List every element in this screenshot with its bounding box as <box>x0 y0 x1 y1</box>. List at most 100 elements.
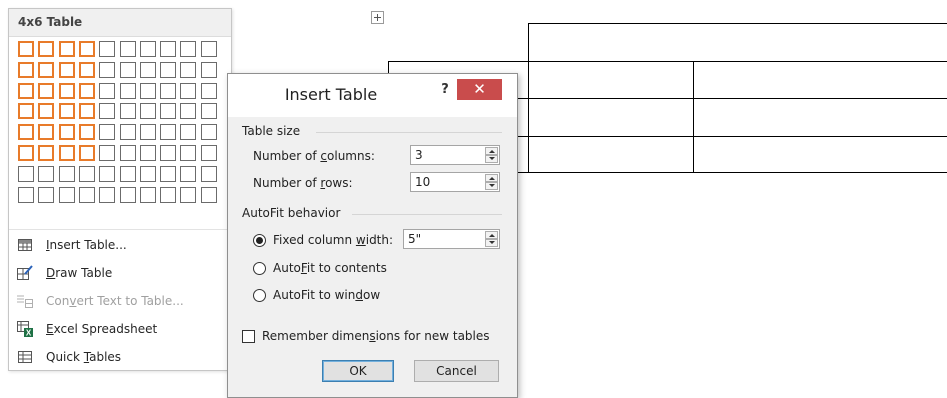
grid-cell[interactable] <box>78 145 95 161</box>
grid-cell[interactable] <box>180 165 197 182</box>
grid-cell[interactable] <box>119 82 136 99</box>
grid-cell[interactable] <box>58 61 75 78</box>
grid-cell[interactable] <box>58 186 75 203</box>
close-button[interactable]: ✕ <box>457 79 502 100</box>
autofit-contents-radio[interactable] <box>253 262 266 275</box>
grid-cell[interactable] <box>99 186 116 203</box>
cancel-button[interactable]: Cancel <box>414 360 499 382</box>
menu-insert-table[interactable]: Insert Table... <box>9 231 231 259</box>
grid-cell[interactable] <box>119 186 136 203</box>
grid-cell[interactable] <box>58 165 75 182</box>
grid-cell[interactable] <box>180 82 197 99</box>
grid-cell[interactable] <box>58 124 75 141</box>
remember-checkbox[interactable] <box>242 330 255 343</box>
grid-cell[interactable] <box>180 103 197 120</box>
grid-cell[interactable] <box>18 186 34 203</box>
grid-cell[interactable] <box>38 124 55 141</box>
grid-cell[interactable] <box>78 41 95 57</box>
grid-cell[interactable] <box>139 186 156 203</box>
grid-cell[interactable] <box>139 82 156 99</box>
grid-cell[interactable] <box>99 82 116 99</box>
grid-cell[interactable] <box>139 124 156 141</box>
grid-cell[interactable] <box>78 103 95 120</box>
grid-cell[interactable] <box>119 124 136 141</box>
grid-cell[interactable] <box>200 103 217 120</box>
spin-up-icon[interactable] <box>485 174 498 182</box>
menu-draw-table[interactable]: Draw Table <box>9 259 231 287</box>
grid-cell[interactable] <box>38 186 55 203</box>
grid-cell[interactable] <box>160 124 177 141</box>
spin-down-icon[interactable] <box>485 155 498 163</box>
grid-cell[interactable] <box>38 103 55 120</box>
menu-quick-tables[interactable]: Quick Tables <box>9 343 231 371</box>
grid-cell[interactable] <box>18 124 34 141</box>
spin-up-icon[interactable] <box>485 147 498 155</box>
grid-cell[interactable] <box>200 124 217 141</box>
grid-cell[interactable] <box>38 61 55 78</box>
table-move-handle[interactable] <box>371 11 384 24</box>
grid-cell[interactable] <box>18 145 34 161</box>
grid-cell[interactable] <box>78 165 95 182</box>
grid-cell[interactable] <box>78 186 95 203</box>
grid-cell[interactable] <box>139 103 156 120</box>
grid-cell[interactable] <box>18 103 34 120</box>
grid-cell[interactable] <box>99 165 116 182</box>
help-button[interactable]: ? <box>438 81 452 99</box>
grid-cell[interactable] <box>160 82 177 99</box>
grid-cell[interactable] <box>58 145 75 161</box>
grid-cell[interactable] <box>139 61 156 78</box>
grid-cell[interactable] <box>160 145 177 161</box>
spin-down-icon[interactable] <box>485 182 498 190</box>
grid-cell[interactable] <box>99 41 116 57</box>
grid-cell[interactable] <box>119 145 136 161</box>
grid-cell[interactable] <box>200 186 217 203</box>
grid-cell[interactable] <box>160 186 177 203</box>
grid-cell[interactable] <box>160 165 177 182</box>
grid-cell[interactable] <box>160 103 177 120</box>
grid-cell[interactable] <box>99 145 116 161</box>
grid-cell[interactable] <box>18 82 34 99</box>
grid-cell[interactable] <box>38 145 55 161</box>
spin-down-icon[interactable] <box>485 239 498 247</box>
grid-cell[interactable] <box>139 165 156 182</box>
grid-cell[interactable] <box>160 61 177 78</box>
grid-cell[interactable] <box>180 41 197 57</box>
grid-cell[interactable] <box>18 61 34 78</box>
grid-cell[interactable] <box>99 61 116 78</box>
grid-cell[interactable] <box>119 103 136 120</box>
grid-cell[interactable] <box>99 103 116 120</box>
grid-cell[interactable] <box>119 61 136 78</box>
grid-cell[interactable] <box>160 41 177 57</box>
rows-spinner[interactable]: 10 <box>410 172 500 192</box>
grid-cell[interactable] <box>180 61 197 78</box>
grid-cell[interactable] <box>119 41 136 57</box>
autofit-window-radio[interactable] <box>253 289 266 302</box>
grid-cell[interactable] <box>78 82 95 99</box>
columns-spinner[interactable]: 3 <box>410 145 500 165</box>
grid-cell[interactable] <box>119 165 136 182</box>
grid-cell[interactable] <box>200 82 217 99</box>
grid-cell[interactable] <box>18 41 34 57</box>
grid-cell[interactable] <box>180 124 197 141</box>
grid-cell[interactable] <box>58 82 75 99</box>
grid-cell[interactable] <box>139 145 156 161</box>
grid-cell[interactable] <box>200 41 217 57</box>
grid-cell[interactable] <box>99 124 116 141</box>
fixed-width-radio[interactable] <box>253 234 266 247</box>
grid-cell[interactable] <box>38 165 55 182</box>
grid-cell[interactable] <box>58 103 75 120</box>
grid-cell[interactable] <box>139 41 156 57</box>
grid-cell[interactable] <box>38 41 55 57</box>
grid-cell[interactable] <box>200 165 217 182</box>
grid-cell[interactable] <box>200 145 217 161</box>
spin-up-icon[interactable] <box>485 231 498 239</box>
menu-excel-spreadsheet[interactable]: X Excel Spreadsheet <box>9 315 231 343</box>
grid-cell[interactable] <box>78 61 95 78</box>
grid-cell[interactable] <box>180 145 197 161</box>
grid-cell[interactable] <box>58 41 75 57</box>
ok-button[interactable]: OK <box>322 360 394 382</box>
grid-cell[interactable] <box>18 165 34 182</box>
grid-cell[interactable] <box>180 186 197 203</box>
width-spinner[interactable]: 5" <box>403 229 500 249</box>
grid-cell[interactable] <box>38 82 55 99</box>
